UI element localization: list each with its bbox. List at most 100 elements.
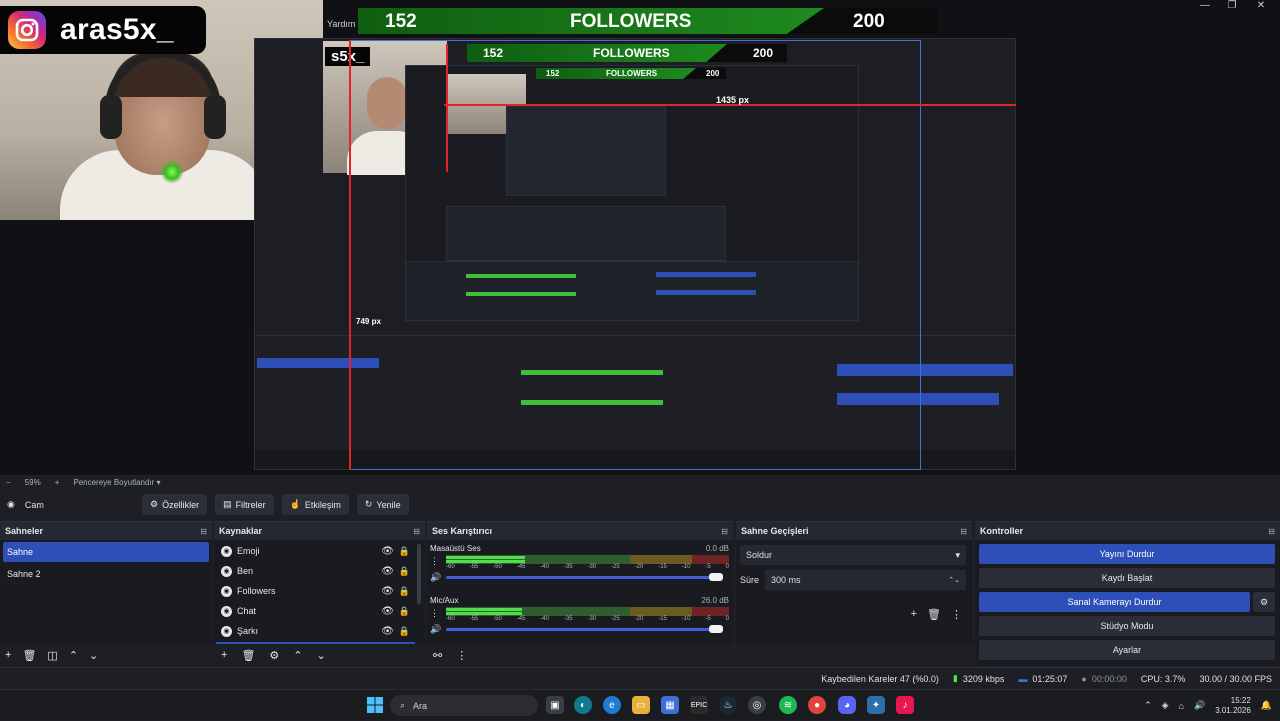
record-time: 00:00:00 bbox=[1091, 673, 1127, 684]
lock-icon[interactable]: 🔒 bbox=[399, 546, 410, 557]
lock-icon[interactable]: 🔒 bbox=[399, 626, 410, 637]
studio-mode-button[interactable]: Stüdyo Modu bbox=[979, 616, 1275, 636]
copilot-icon[interactable]: ◐ bbox=[574, 696, 592, 714]
tray-app-icon[interactable]: ◈ bbox=[1162, 700, 1169, 711]
source-item[interactable]: ◉ Followers 👁 🔒 bbox=[217, 581, 422, 601]
add-icon[interactable]: + bbox=[911, 608, 917, 621]
stop-virtual-camera-button[interactable]: Sanal Kamerayı Durdur bbox=[979, 592, 1250, 612]
lock-icon[interactable]: 🔒 bbox=[399, 586, 410, 597]
dock-menu-icon[interactable]: ⊟ bbox=[413, 527, 420, 536]
trash-icon[interactable]: 🗑 bbox=[241, 649, 255, 662]
filters-button[interactable]: ▤ Filtreler bbox=[215, 494, 274, 515]
eye-icon[interactable]: 👁 bbox=[381, 606, 394, 617]
spin-arrows-icon[interactable]: ⌃⌄ bbox=[948, 576, 960, 584]
notification-bell-icon[interactable]: 🔔 bbox=[1261, 700, 1272, 711]
dock-menu-icon[interactable]: ⊟ bbox=[960, 527, 967, 536]
source-item[interactable]: ◉ Şarkı 👁 🔒 bbox=[217, 621, 422, 641]
kebab-menu-icon[interactable]: ⋮ bbox=[951, 608, 962, 621]
refresh-button[interactable]: ↻ Yenile bbox=[356, 494, 409, 515]
stop-stream-button[interactable]: Yayını Durdur bbox=[979, 544, 1275, 564]
kebab-menu-icon[interactable]: ⋮ bbox=[430, 608, 439, 619]
add-icon[interactable]: + bbox=[221, 649, 227, 661]
eye-icon[interactable]: 👁 bbox=[381, 546, 394, 557]
transition-duration: Süre 300 ms ⌃⌄ bbox=[740, 570, 966, 590]
slider-thumb[interactable] bbox=[709, 625, 723, 633]
add-icon[interactable]: + bbox=[5, 649, 11, 661]
steam-icon[interactable]: ♨ bbox=[719, 696, 737, 714]
scene-item[interactable]: Sahne 2 bbox=[3, 564, 209, 584]
taskbar-search[interactable]: ⌕ Ara bbox=[390, 695, 538, 716]
filter-icon[interactable]: ◫ bbox=[47, 649, 57, 662]
scene-item[interactable]: Sahne bbox=[3, 542, 209, 562]
link-icon[interactable]: ⚯ bbox=[433, 649, 442, 662]
meter-tick-label: -55 bbox=[469, 564, 479, 570]
start-recording-button[interactable]: Kaydı Başlat bbox=[979, 568, 1275, 588]
meter-tick-label: -35 bbox=[563, 564, 573, 570]
minimize-button[interactable]: — bbox=[1196, 0, 1214, 14]
properties-label: Özellikler bbox=[162, 499, 200, 510]
spotify-icon[interactable]: ≋ bbox=[779, 696, 797, 714]
fit-window-dropdown[interactable]: Pencereye Boyutlandır ▾ bbox=[73, 478, 160, 487]
obs-icon[interactable]: ◎ bbox=[748, 696, 766, 714]
store-icon[interactable]: ▦ bbox=[661, 696, 679, 714]
yardim-label: Yardım bbox=[327, 19, 356, 29]
taskbar-clock[interactable]: 15:22 3.01.2026 bbox=[1215, 696, 1251, 716]
instagram-badge: aras5x_ bbox=[0, 6, 206, 54]
move-up-icon[interactable]: ⌃ bbox=[293, 649, 302, 662]
epic-games-icon[interactable]: EPIC bbox=[690, 696, 708, 714]
zoom-in-button[interactable]: + bbox=[55, 478, 60, 487]
edge-icon[interactable]: e bbox=[603, 696, 621, 714]
transition-select[interactable]: Soldur ▾ bbox=[740, 545, 966, 565]
sources-scrollbar[interactable] bbox=[417, 544, 421, 604]
volume-icon[interactable]: 🔊 bbox=[1194, 700, 1205, 711]
maximize-button[interactable]: ❐ bbox=[1223, 0, 1241, 14]
speaker-icon[interactable]: 🔊 bbox=[430, 624, 441, 635]
move-down-icon[interactable]: ⌄ bbox=[317, 649, 326, 662]
preview-canvas[interactable]: — ❐ ✕ aras5x_ Yardım 152 FOLLOWERS 200 s… bbox=[0, 0, 1280, 475]
discord-icon[interactable]: ◕ bbox=[838, 696, 856, 714]
lock-icon[interactable]: 🔒 bbox=[399, 566, 410, 577]
speaker-icon[interactable]: 🔊 bbox=[430, 572, 441, 583]
settings-button[interactable]: Ayarlar bbox=[979, 640, 1275, 660]
chrome-icon[interactable]: ● bbox=[808, 696, 826, 714]
trash-icon[interactable]: 🗑 bbox=[927, 608, 941, 621]
task-view-icon[interactable]: ▣ bbox=[546, 696, 564, 714]
volume-slider[interactable] bbox=[446, 625, 723, 633]
source-item[interactable]: ◉ Emoji 👁 🔒 bbox=[217, 541, 422, 561]
slider-thumb[interactable] bbox=[709, 573, 723, 581]
eye-icon[interactable]: 👁 bbox=[381, 626, 394, 637]
volume-slider[interactable] bbox=[446, 573, 723, 581]
chevron-up-icon[interactable]: ⌃ bbox=[1144, 700, 1152, 711]
source-item[interactable]: ◉ Ben 👁 🔒 bbox=[217, 561, 422, 581]
interact-button[interactable]: ☝ Etkileşim bbox=[281, 494, 349, 515]
lock-icon[interactable]: 🔒 bbox=[399, 606, 410, 617]
virtual-camera-settings-button[interactable]: ⚙ bbox=[1253, 592, 1275, 612]
dock-menu-icon[interactable]: ⊟ bbox=[721, 527, 728, 536]
properties-button[interactable]: ⚙ Özellikler bbox=[142, 494, 208, 515]
dock-menu-icon[interactable]: ⊟ bbox=[200, 527, 207, 536]
meter-tick-label: -20 bbox=[634, 564, 644, 570]
meter-scale: -60 -55 -50 -45 -40 -35 -30 -25 -20 -15 -10 -5 0 bbox=[446, 616, 729, 624]
source-label: Followers bbox=[237, 586, 276, 596]
eye-icon[interactable]: 👁 bbox=[381, 566, 394, 577]
gear-icon[interactable]: ⚙ bbox=[269, 649, 279, 662]
source-item[interactable]: ◉ Chat 👁 🔒 bbox=[217, 601, 422, 621]
dock-menu-icon[interactable]: ⊟ bbox=[1268, 527, 1275, 536]
move-up-icon[interactable]: ⌃ bbox=[69, 649, 78, 662]
close-button[interactable]: ✕ bbox=[1252, 0, 1270, 14]
windows-start-icon[interactable] bbox=[366, 696, 384, 714]
controls-body: Yayını Durdur Kaydı Başlat Sanal Kameray… bbox=[975, 540, 1280, 666]
app-icon[interactable]: ✦ bbox=[867, 696, 885, 714]
kebab-menu-icon[interactable]: ⋮ bbox=[430, 556, 439, 567]
kebab-menu-icon[interactable]: ⋮ bbox=[456, 649, 467, 662]
zoom-out-button[interactable]: − bbox=[6, 478, 11, 487]
network-icon[interactable]: ⌂ bbox=[1179, 701, 1184, 711]
file-explorer-icon[interactable]: ▭ bbox=[632, 696, 650, 714]
move-down-icon[interactable]: ⌄ bbox=[89, 649, 98, 662]
duration-spinbox[interactable]: 300 ms ⌃⌄ bbox=[765, 570, 966, 590]
eye-icon[interactable]: 👁 bbox=[381, 586, 394, 597]
bitrate-status: ▮ 3209 kbps bbox=[953, 673, 1005, 684]
meter-zone-yellow bbox=[629, 555, 693, 564]
tiktok-icon[interactable]: ♪ bbox=[896, 696, 914, 714]
trash-icon[interactable]: 🗑 bbox=[22, 649, 36, 662]
